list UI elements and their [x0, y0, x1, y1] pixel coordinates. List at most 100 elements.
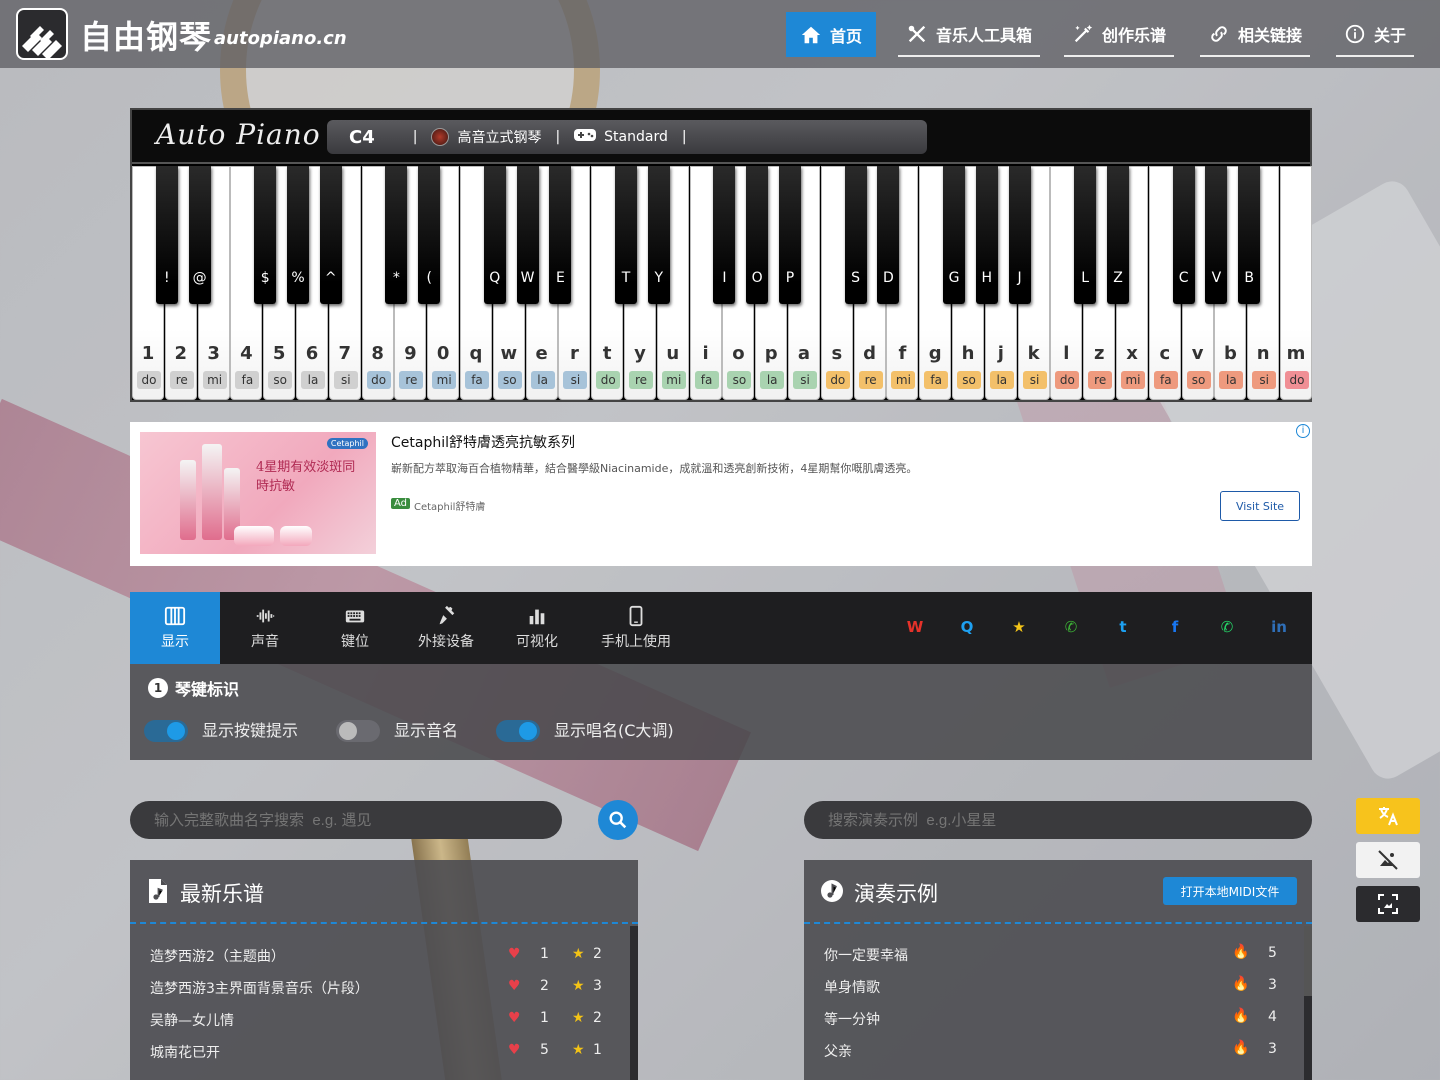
demo-name[interactable]: 等一分钟 [824, 1009, 880, 1029]
black-key[interactable]: H [975, 166, 998, 304]
nav-links[interactable]: 相关链接 [1200, 12, 1311, 57]
black-key[interactable]: O [746, 166, 769, 304]
score-row[interactable]: 造梦西游2（主题曲） ♥ 1 ★ 2 [130, 940, 638, 972]
black-key[interactable]: ^ [319, 166, 342, 304]
black-key[interactable]: G [943, 166, 965, 304]
black-key[interactable]: ! [155, 166, 178, 304]
key-hint: 9 [404, 343, 417, 364]
black-key[interactable]: Q [483, 166, 506, 304]
black-key[interactable]: L [1074, 166, 1097, 304]
fullscreen-icon [1378, 894, 1398, 914]
demo-name[interactable]: 单身情歌 [824, 977, 880, 997]
black-key[interactable]: S [844, 166, 867, 304]
score-name[interactable]: 造梦西游3主界面背景音乐（片段） [150, 978, 369, 998]
star-icon[interactable]: ★ [572, 1010, 585, 1026]
star-icon[interactable]: ★ [572, 946, 585, 962]
ad-image[interactable]: 4星期有效淡斑同時抗敏 Cetaphil [140, 432, 376, 554]
site-name[interactable]: 自由钢琴 [80, 12, 212, 58]
tab-sound[interactable]: 声音 [220, 592, 310, 664]
scrollbar-thumb[interactable] [1304, 926, 1312, 996]
black-key[interactable]: E [549, 166, 572, 304]
black-key[interactable]: W [516, 166, 539, 304]
demo-search-input[interactable] [804, 801, 1312, 839]
ad-info-icon[interactable]: i [1296, 424, 1310, 438]
toggle-key-hints[interactable] [144, 720, 188, 742]
star-count: 1 [593, 1042, 602, 1058]
heart-icon[interactable]: ♥ [508, 978, 521, 994]
solfege-label: fa [1153, 371, 1178, 389]
black-key[interactable]: % [287, 166, 309, 304]
black-key[interactable]: J [1008, 166, 1031, 304]
fullscreen-button[interactable] [1356, 886, 1420, 922]
toggle-note-names[interactable] [336, 720, 380, 742]
key-hint: d [863, 343, 877, 364]
tab-keymap-label: 键位 [341, 634, 369, 650]
nav-home[interactable]: 首页 [786, 12, 877, 57]
black-key[interactable]: I [713, 166, 736, 304]
tab-devices[interactable]: 外接设备 [400, 592, 492, 664]
black-key[interactable]: B [1238, 166, 1261, 304]
search-button[interactable] [598, 800, 638, 840]
site-domain[interactable]: autopiano.cn [214, 28, 347, 49]
demo-row[interactable]: 单身情歌 🔥 3 [804, 971, 1312, 1003]
heart-icon[interactable]: ♥ [508, 946, 521, 962]
ad-title[interactable]: Cetaphil舒特膚透亮抗敏系列 [391, 432, 575, 452]
nav-compose[interactable]: 创作乐谱 [1064, 12, 1175, 57]
black-key[interactable]: $ [254, 166, 277, 304]
open-midi-button[interactable]: 打开本地MIDI文件 [1163, 877, 1297, 905]
black-key[interactable]: ( [418, 166, 441, 304]
whatsapp-icon[interactable]: ✆ [1214, 614, 1240, 640]
demo-row[interactable]: 你一定要幸福 🔥 5 [804, 939, 1312, 971]
tab-keymap[interactable]: 键位 [310, 592, 400, 664]
ad-source[interactable]: Cetaphil舒特膚 [414, 498, 485, 513]
advertisement[interactable]: 4星期有效淡斑同時抗敏 Cetaphil Cetaphil舒特膚透亮抗敏系列 嶄… [130, 422, 1312, 566]
linkedin-icon[interactable]: in [1266, 614, 1292, 640]
star-icon[interactable]: ★ [572, 1042, 585, 1058]
black-key[interactable]: T [615, 166, 637, 304]
twitter-icon[interactable]: t [1110, 614, 1136, 640]
black-key[interactable]: C [1172, 166, 1195, 304]
black-key[interactable]: P [779, 166, 801, 304]
black-key[interactable]: Y [647, 166, 670, 304]
nav-tools[interactable]: 音乐人工具箱 [898, 12, 1041, 57]
translate-button[interactable] [1356, 798, 1420, 834]
demo-name[interactable]: 父亲 [824, 1041, 852, 1061]
demo-row[interactable]: 父亲 🔥 3 [804, 1035, 1312, 1067]
demo-row[interactable]: 等一分钟 🔥 4 [804, 1003, 1312, 1035]
weibo-icon[interactable]: W [902, 614, 928, 640]
score-name[interactable]: 造梦西游2（主题曲） [150, 946, 285, 966]
qzone-icon[interactable]: ★ [1006, 614, 1032, 640]
score-name[interactable]: 城南花已开 [150, 1042, 220, 1062]
key-hint: w [500, 343, 518, 364]
home-icon [801, 26, 821, 43]
facebook-icon[interactable]: f [1162, 614, 1188, 640]
nav-about[interactable]: 关于 [1336, 12, 1415, 57]
star-icon[interactable]: ★ [572, 978, 585, 994]
heart-icon[interactable]: ♥ [508, 1042, 521, 1058]
white-key[interactable]: m do [1280, 166, 1312, 400]
black-key[interactable]: Z [1107, 166, 1129, 304]
ad-visit-button[interactable]: Visit Site [1220, 491, 1300, 521]
song-search-input[interactable] [130, 801, 562, 839]
black-key[interactable]: D [877, 166, 900, 304]
toggle-solfege[interactable] [496, 720, 540, 742]
heart-icon[interactable]: ♥ [508, 1010, 521, 1026]
tab-display[interactable]: 显示 [130, 592, 220, 664]
score-name[interactable]: 吴静—女儿情 [150, 1010, 234, 1030]
qq-icon[interactable]: Q [954, 614, 980, 640]
piano-status-bar[interactable]: C4 | 高音立式钢琴 | Standard | [327, 120, 927, 154]
scrollbar-track[interactable] [630, 926, 638, 1080]
black-key[interactable]: * [385, 166, 408, 304]
tab-visualize[interactable]: 可视化 [492, 592, 582, 664]
black-key[interactable]: V [1205, 166, 1228, 304]
key-hint: i [702, 343, 709, 364]
score-row[interactable]: 造梦西游3主界面背景音乐（片段） ♥ 2 ★ 3 [130, 972, 638, 1004]
score-row[interactable]: 城南花已开 ♥ 5 ★ 1 [130, 1036, 638, 1068]
site-logo[interactable] [16, 8, 68, 60]
wechat-icon[interactable]: ✆ [1058, 614, 1084, 640]
score-row[interactable]: 吴静—女儿情 ♥ 1 ★ 2 [130, 1004, 638, 1036]
hide-background-button[interactable] [1356, 842, 1420, 878]
black-key[interactable]: @ [188, 166, 211, 304]
tab-mobile[interactable]: 手机上使用 [582, 592, 690, 664]
demo-name[interactable]: 你一定要幸福 [824, 945, 908, 965]
